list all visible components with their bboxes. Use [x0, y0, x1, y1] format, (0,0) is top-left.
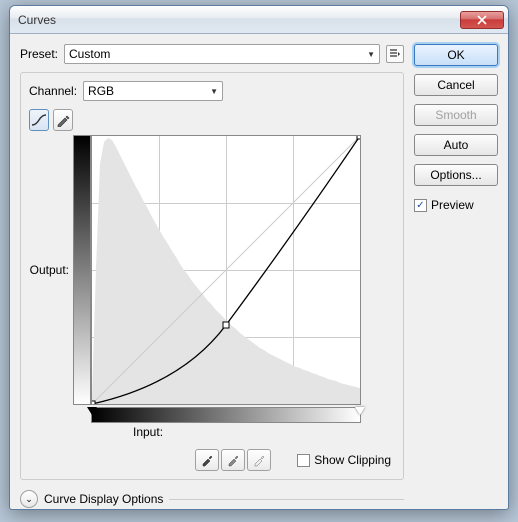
auto-button[interactable]: Auto — [414, 134, 498, 156]
input-gradient[interactable] — [91, 407, 361, 423]
ok-button[interactable]: OK — [414, 44, 498, 66]
titlebar[interactable]: Curves — [10, 6, 508, 34]
chevron-down-icon: ▼ — [210, 87, 218, 96]
curves-panel: Channel: RGB ▼ — [20, 72, 404, 480]
preview-label: Preview — [431, 198, 474, 212]
input-label: Input: — [133, 425, 163, 439]
curves-dialog: Curves Preset: Custom ▼ Channel: — [9, 5, 509, 510]
curve-display-options-label: Curve Display Options — [44, 492, 163, 506]
close-icon — [477, 15, 487, 25]
output-label: Output: — [30, 263, 69, 277]
eyedropper-icon — [226, 453, 240, 467]
curve-svg — [92, 136, 360, 404]
preset-menu-icon — [389, 48, 401, 60]
show-clipping-label: Show Clipping — [314, 453, 391, 467]
curve-tool-button[interactable] — [29, 109, 49, 131]
smooth-button: Smooth — [414, 104, 498, 126]
pencil-tool-icon — [56, 113, 70, 127]
expand-icon: ⌄ — [25, 494, 33, 505]
preset-menu-button[interactable] — [386, 45, 404, 63]
channel-select[interactable]: RGB ▼ — [83, 81, 223, 101]
preset-select[interactable]: Custom ▼ — [64, 44, 380, 64]
cancel-button[interactable]: Cancel — [414, 74, 498, 96]
eyedropper-icon — [252, 453, 266, 467]
black-point-slider[interactable] — [87, 407, 97, 415]
preset-value: Custom — [69, 47, 110, 61]
output-gradient — [73, 135, 91, 405]
eyedropper-icon — [200, 453, 214, 467]
preview-checkbox[interactable]: ✓ — [414, 199, 427, 212]
pencil-tool-button[interactable] — [53, 109, 73, 131]
preset-label: Preset: — [20, 47, 58, 61]
curve-graph[interactable] — [91, 135, 361, 405]
window-title: Curves — [18, 13, 460, 27]
gray-point-eyedropper[interactable] — [221, 449, 245, 471]
curve-tool-icon — [31, 113, 47, 127]
black-point-eyedropper[interactable] — [195, 449, 219, 471]
divider — [169, 499, 404, 500]
channel-label: Channel: — [29, 84, 77, 98]
channel-value: RGB — [88, 84, 114, 98]
show-clipping-checkbox[interactable] — [297, 454, 310, 467]
options-button[interactable]: Options... — [414, 164, 498, 186]
white-point-eyedropper[interactable] — [247, 449, 271, 471]
close-button[interactable] — [460, 11, 504, 29]
chevron-down-icon: ▼ — [367, 50, 375, 59]
curve-display-options-toggle[interactable]: ⌄ — [20, 490, 38, 508]
white-point-slider[interactable] — [355, 407, 365, 415]
